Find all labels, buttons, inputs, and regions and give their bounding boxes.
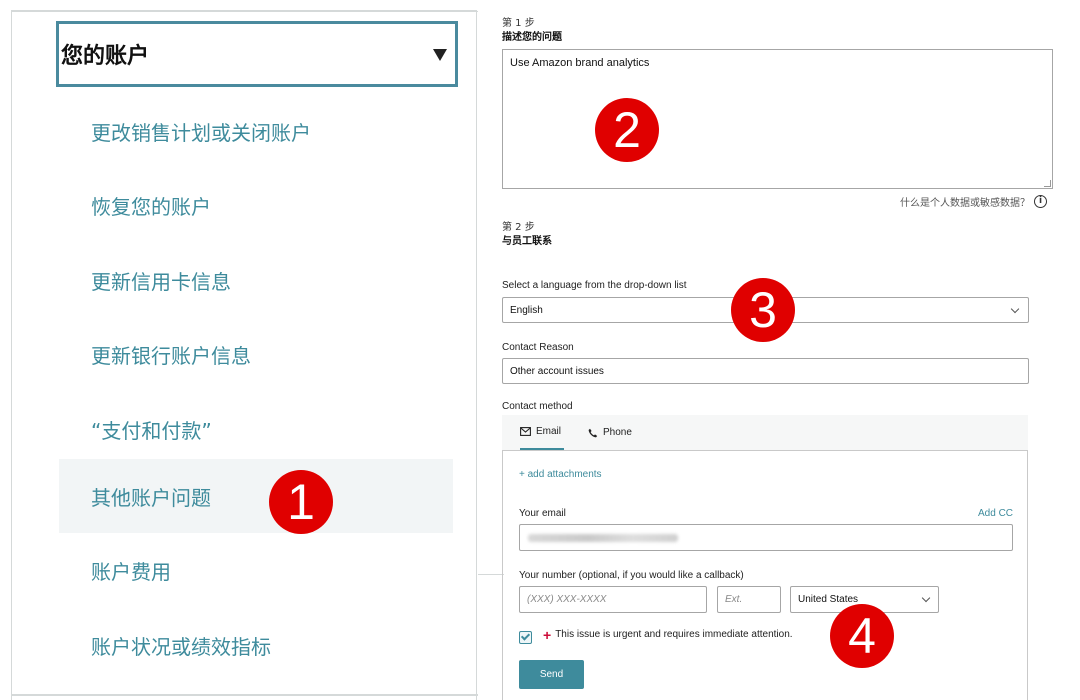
step-1-title: 描述您的问题: [502, 32, 562, 43]
caret-down-icon[interactable]: [433, 49, 447, 61]
send-button[interactable]: Send: [519, 660, 584, 689]
privacy-help-link[interactable]: 什么是个人数据或敏感数据？ i: [900, 194, 1047, 209]
language-value: English: [510, 305, 543, 316]
privacy-help-text: 什么是个人数据或敏感数据？: [900, 198, 1030, 209]
step-2-title: 与员工联系: [502, 236, 552, 247]
callback-number-label: Your number (optional, if you would like…: [519, 570, 744, 581]
contact-method-label: Contact method: [502, 401, 573, 412]
your-account-dropdown[interactable]: 您的账户: [56, 21, 458, 87]
chevron-down-icon: [1010, 304, 1020, 314]
sidebar-item-payments[interactable]: “支付和付款”: [59, 392, 453, 466]
envelope-icon: [520, 427, 531, 436]
divider: [478, 574, 504, 575]
sidebar-item-account-fees[interactable]: 账户费用: [59, 533, 453, 607]
tab-email-label: Email: [536, 426, 562, 437]
sidebar-item-account-health[interactable]: 账户状况或绩效指标: [59, 608, 453, 682]
tab-email[interactable]: Email: [520, 415, 565, 450]
add-cc-link[interactable]: Add CC: [978, 508, 1013, 519]
category-sidebar: 您的账户 更改销售计划或关闭账户 恢复您的账户 更新信用卡信息 更新银行账户信息…: [11, 10, 478, 700]
sidebar-item-other-account-issues[interactable]: 其他账户问题: [59, 459, 453, 533]
step-1-label: 第 1 步: [502, 18, 535, 29]
add-attachments-link[interactable]: + add attachments: [519, 469, 602, 480]
sidebar-top-border: [12, 11, 478, 12]
chevron-down-icon: [921, 593, 931, 603]
phone-icon: [588, 428, 598, 437]
phone-number-placeholder: (XXX) XXX-XXXX: [527, 594, 607, 605]
sidebar-item-update-bank-account[interactable]: 更新银行账户信息: [59, 317, 453, 391]
tab-phone-label: Phone: [603, 427, 632, 438]
your-account-title: 您的账户: [61, 44, 150, 69]
urgent-notice: + This issue is urgent and requires imme…: [543, 626, 793, 643]
resize-handle-icon[interactable]: [1044, 180, 1051, 187]
annotation-badge-1: 1: [269, 470, 333, 534]
contact-reason-value: Other account issues: [510, 366, 604, 377]
phone-number-input[interactable]: (XXX) XXX-XXXX: [519, 586, 707, 613]
sidebar-item-change-plan[interactable]: 更改销售计划或关闭账户: [59, 94, 453, 168]
issue-description-textarea[interactable]: Use Amazon brand analytics: [502, 49, 1053, 189]
annotation-badge-4: 4: [830, 604, 894, 668]
tab-phone[interactable]: Phone: [588, 415, 632, 450]
step-2-label: 第 2 步: [502, 222, 535, 233]
contact-reason-label: Contact Reason: [502, 342, 574, 353]
required-plus-icon: +: [543, 626, 552, 643]
contact-reason-field[interactable]: Other account issues: [502, 358, 1029, 384]
contact-form: 第 1 步 描述您的问题 Use Amazon brand analytics …: [502, 0, 1080, 700]
extension-input[interactable]: Ext.: [717, 586, 781, 613]
contact-method-tabs: Email Phone: [502, 415, 1028, 450]
sidebar-item-update-credit-card[interactable]: 更新信用卡信息: [59, 243, 453, 317]
annotation-badge-3: 3: [731, 278, 795, 342]
language-label: Select a language from the drop-down lis…: [502, 280, 687, 291]
email-label: Your email: [519, 508, 566, 519]
info-icon: i: [1034, 195, 1047, 208]
checkmark-icon: [520, 631, 531, 641]
sidebar-bottom-border: [12, 694, 478, 696]
sidebar-item-restore-account[interactable]: 恢复您的账户: [59, 168, 453, 242]
extension-placeholder: Ext.: [725, 594, 743, 605]
redacted-email: [528, 534, 678, 542]
urgent-text: This issue is urgent and requires immedi…: [555, 629, 793, 640]
annotation-badge-2: 2: [595, 98, 659, 162]
country-value: United States: [798, 594, 859, 605]
email-tab-panel: + add attachments Your email Add CC Your…: [502, 450, 1028, 700]
urgent-checkbox[interactable]: [519, 631, 532, 644]
email-field[interactable]: [519, 524, 1013, 551]
